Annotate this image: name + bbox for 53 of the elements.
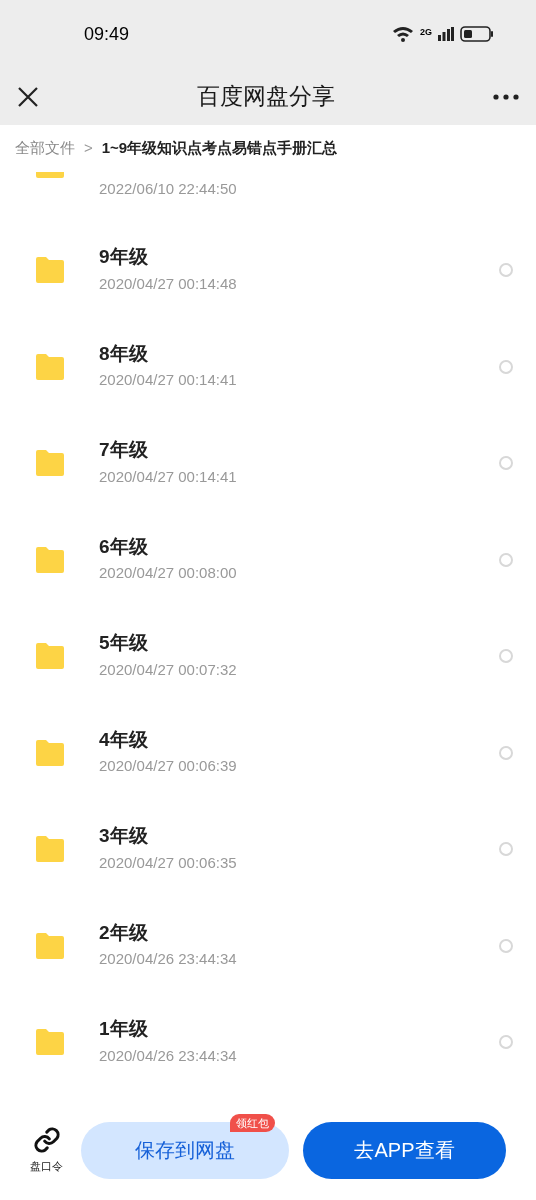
open-app-button[interactable]: 去APP查看 [303,1121,506,1179]
folder-row[interactable]: 8年级 2020/04/27 00:14:41 [0,318,536,415]
clock: 09:49 [84,22,130,46]
folder-row[interactable]: 4年级 2020/04/27 00:06:39 [0,704,536,801]
folder-name: 6年级 [99,534,149,559]
link-button[interactable]: 盘口令 [30,1126,63,1175]
file-date: 2020/04/27 00:06:39 [99,756,238,777]
file-date: 2020/04/27 00:06:35 [99,852,238,873]
close-button[interactable] [16,84,40,109]
file-date: 2020/04/27 00:14:41 [99,466,238,487]
breadcrumb-item[interactable]: 全部文件 [15,137,75,160]
folder-name: 3年级 [99,824,149,848]
file-date: 2020/04/26 23:44:34 [99,1045,238,1066]
folder-row[interactable]: 6年级 2020/04/27 00:08:00 [0,511,536,608]
battery-icon [460,26,494,42]
file-date: 2020/04/27 00:14:48 [99,273,238,294]
folder-name: 4年级 [99,727,149,752]
signal-icon [438,27,454,41]
file-date: 2020/04/27 00:14:41 [99,370,238,391]
file-date: 2022/06/10 22:44:50 [99,179,237,199]
reward-badge: 领红包 [230,1113,275,1133]
wifi-icon [392,26,414,42]
folder-row[interactable]: 9年级 2020/04/27 00:14:48 [0,222,536,319]
select-radio[interactable] [499,938,513,953]
folder-row[interactable]: 3年级 2020/04/27 00:06:35 [0,801,536,898]
select-radio[interactable] [499,456,513,471]
breadcrumb-separator: > [84,138,93,159]
select-radio[interactable] [499,1035,513,1050]
select-radio[interactable] [499,649,513,664]
folder-row[interactable]: 1年级 2020/04/26 23:44:34 [0,994,536,1091]
select-radio[interactable] [499,842,513,857]
folder-name: 5年级 [99,631,149,655]
folder-row[interactable]: 7年级 2020/04/27 00:14:41 [0,415,536,512]
network-label: 2G [420,28,432,37]
link-icon [32,1126,61,1154]
more-icon [493,93,519,100]
folder-name: 1年级 [99,1017,149,1041]
select-radio[interactable] [499,552,513,567]
close-icon [17,85,39,108]
folder-name: 8年级 [99,341,149,366]
breadcrumb-item: 1~9年级知识点考点易错点手册汇总 [101,138,338,159]
select-radio[interactable] [499,263,513,278]
folder-name: 7年级 [99,438,149,462]
folder-row[interactable]: 5年级 2020/04/27 00:07:32 [0,608,536,705]
folder-name: 2年级 [99,920,149,945]
file-date: 2020/04/27 00:07:32 [99,659,238,680]
folder-name: 9年级 [99,245,149,269]
file-date: 2020/04/27 00:08:00 [99,563,238,584]
folder-row[interactable]: 2年级 2020/04/26 23:44:34 [0,897,536,994]
select-radio[interactable] [499,359,513,374]
file-date: 2020/04/26 23:44:34 [99,949,238,970]
select-radio[interactable] [499,745,513,760]
page-title: 百度网盘分享 [197,82,335,112]
